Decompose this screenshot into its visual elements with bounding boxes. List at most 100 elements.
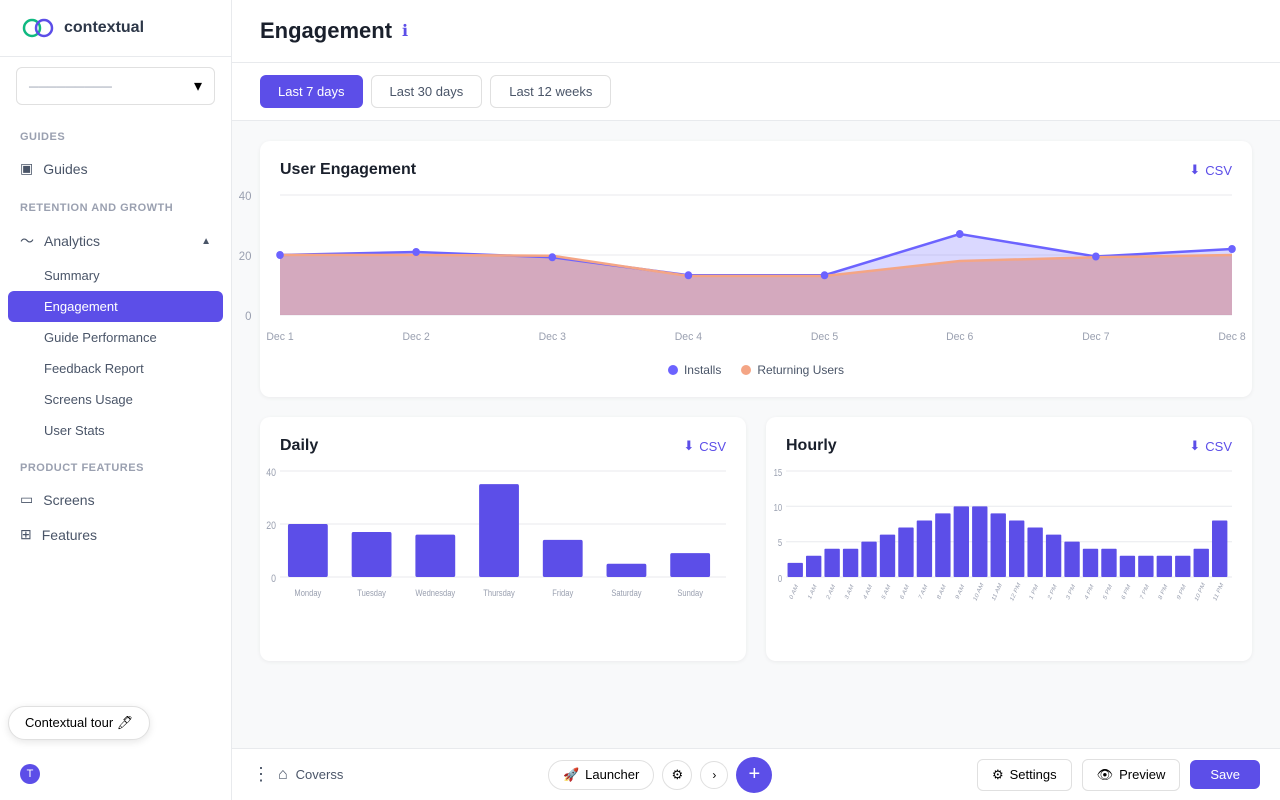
svg-text:0: 0 [778,573,782,584]
sidebar-item-engagement[interactable]: Engagement [8,291,223,322]
logo-text: contextual [64,19,144,37]
svg-text:Friday: Friday [552,587,574,598]
svg-text:12 PM: 12 PM [1009,581,1022,602]
svg-text:Dec 4: Dec 4 [675,331,702,343]
preview-button[interactable]: 👁 Preview [1082,759,1181,791]
svg-text:20: 20 [239,250,252,263]
sidebar-item-feedback-report[interactable]: Feedback Report [0,353,231,384]
screens-icon: ▭ [20,491,33,508]
svg-text:Sunday: Sunday [677,587,703,598]
svg-text:5: 5 [778,537,782,548]
svg-text:6 PM: 6 PM [1121,583,1133,601]
sidebar-item-screens-usage[interactable]: Screens Usage [0,384,231,415]
sidebar: contextual ───────── ▾ Guides ▣ Guides R… [0,0,232,800]
chevron-right-icon: › [712,768,716,782]
svg-text:20: 20 [266,520,276,532]
svg-text:11 PM: 11 PM [1212,582,1225,603]
sidebar-item-analytics[interactable]: 〜 Analytics ▲ [0,222,231,260]
svg-text:1 AM: 1 AM [807,583,818,601]
hourly-title: Hourly [786,437,837,455]
svg-text:9 AM: 9 AM [955,583,966,601]
svg-text:11 AM: 11 AM [991,582,1004,603]
eye-icon: 👁 [1097,767,1114,783]
svg-text:8 AM: 8 AM [936,583,947,601]
svg-text:10 AM: 10 AM [972,582,985,603]
svg-text:0: 0 [245,310,252,323]
launcher-settings-button[interactable]: ⚙ [662,760,692,790]
settings-button[interactable]: ⚙ Settings [977,759,1072,791]
hourly-download-icon: ⬇ [1189,438,1200,454]
sidebar-item-features[interactable]: ⊞ Features [0,517,231,552]
retention-section-label: Retention and growth [0,186,231,222]
tab-last12[interactable]: Last 12 weeks [490,75,611,108]
legend-returning: Returning Users [757,363,844,377]
menu-dots-icon[interactable]: ⋮ [252,764,270,785]
svg-text:6 AM: 6 AM [899,583,910,601]
chevron-down-icon: ▾ [194,76,202,96]
svg-text:Thursday: Thursday [483,587,515,598]
svg-text:7 AM: 7 AM [918,583,929,601]
app-name: Coverss [296,767,344,782]
info-icon[interactable]: ℹ [402,21,408,41]
hourly-csv[interactable]: ⬇ CSV [1189,438,1232,454]
launcher-button[interactable]: 🚀 Launcher [548,760,654,790]
guides-section-label: Guides [0,115,231,151]
svg-text:5 PM: 5 PM [1102,583,1114,601]
contextual-tour-label: Contextual tour 🖊 [25,715,133,731]
daily-csv[interactable]: ⬇ CSV [683,438,726,454]
download-icon: ⬇ [1189,162,1200,178]
svg-text:Dec 8: Dec 8 [1218,331,1245,343]
tab-last7[interactable]: Last 7 days [260,75,363,108]
chart-legend: Installs Returning Users [280,363,1232,377]
svg-text:8 PM: 8 PM [1157,583,1169,601]
workspace-dropdown[interactable]: ───────── ▾ [16,67,215,105]
settings-icon: ⚙ [992,767,1004,783]
save-button[interactable]: Save [1190,760,1260,789]
add-button[interactable]: + [736,757,772,793]
time-tabs: Last 7 days Last 30 days Last 12 weeks [232,63,1280,121]
svg-text:5 AM: 5 AM [881,583,892,601]
svg-text:10 PM: 10 PM [1194,581,1207,602]
hourly-card: Hourly ⬇ CSV [766,417,1252,661]
guides-icon: ▣ [20,160,33,177]
sidebar-item-summary[interactable]: Summary [0,260,231,291]
sidebar-item-screens[interactable]: ▭ Screens [0,482,231,517]
user-engagement-card: User Engagement ⬇ CSV [260,141,1252,397]
gear-icon: ⚙ [672,767,684,783]
product-section-label: Product features [0,446,231,482]
legend-installs: Installs [684,363,721,377]
sidebar-item-guide-performance[interactable]: Guide Performance [0,322,231,353]
svg-text:15: 15 [774,467,783,478]
page-title: Engagement [260,18,392,44]
user-avatar: T [20,764,40,784]
logo: contextual [0,0,231,57]
svg-text:Saturday: Saturday [611,587,642,598]
features-icon: ⊞ [20,526,32,543]
svg-text:4 PM: 4 PM [1084,583,1096,601]
svg-text:Dec 7: Dec 7 [1082,331,1109,343]
sidebar-item-user-stats[interactable]: User Stats [0,415,231,446]
svg-text:2 PM: 2 PM [1047,583,1059,601]
svg-text:Wednesday: Wednesday [415,587,455,598]
svg-text:0 AM: 0 AM [788,583,799,601]
chevron-up-icon: ▲ [201,236,211,247]
tab-last30[interactable]: Last 30 days [371,75,483,108]
user-engagement-csv[interactable]: ⬇ CSV [1189,162,1232,178]
svg-text:10: 10 [774,502,783,513]
home-icon[interactable]: ⌂ [278,766,288,784]
svg-text:Dec 2: Dec 2 [402,331,429,343]
daily-bar-chart: 40 20 0 [280,471,726,631]
svg-text:3 AM: 3 AM [844,583,855,601]
svg-text:Dec 6: Dec 6 [946,331,973,343]
daily-download-icon: ⬇ [683,438,694,454]
svg-text:40: 40 [266,467,276,479]
svg-text:Tuesday: Tuesday [357,587,386,598]
svg-text:40: 40 [239,190,252,203]
page-header: Engagement ℹ [232,0,1280,63]
user-engagement-title: User Engagement [280,161,416,179]
svg-text:0: 0 [271,573,276,585]
launcher-arrow-button[interactable]: › [700,761,728,789]
sidebar-item-guides[interactable]: ▣ Guides [0,151,231,186]
contextual-tour-button[interactable]: Contextual tour 🖊 [8,706,150,740]
svg-text:Dec 5: Dec 5 [811,331,838,343]
